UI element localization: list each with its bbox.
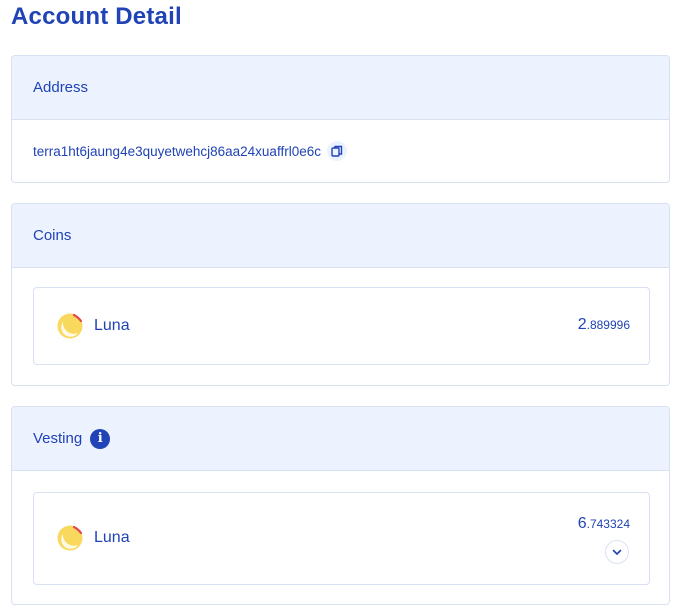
vesting-amount-dec: .743324 (586, 517, 630, 531)
vesting-amount-int: 6 (577, 515, 587, 532)
page-title: Account Detail (11, 3, 182, 30)
coin-amount-dec: .889996 (586, 318, 630, 332)
address-header-label: Address (33, 79, 89, 96)
coins-card: Coins Luna 2.889996 (11, 203, 670, 386)
coin-amount-int: 2 (577, 316, 587, 333)
vesting-coin-info: Luna (57, 525, 130, 551)
vesting-header-label: Vesting (33, 430, 83, 447)
coins-card-header: Coins (12, 204, 669, 268)
vesting-card-header: Vesting i (12, 407, 669, 471)
vesting-expand-button[interactable] (605, 540, 629, 564)
coins-header-label: Coins (33, 227, 72, 244)
info-icon[interactable]: i (90, 428, 111, 449)
chevron-down-icon (612, 549, 622, 555)
vesting-amount: 6.743324 (578, 515, 630, 533)
vesting-row-luna: Luna 6.743324 (33, 492, 650, 585)
copy-icon (331, 145, 343, 157)
coin-row-luna: Luna 2.889996 (33, 287, 650, 365)
vesting-card: Vesting i Luna 6.743324 (11, 406, 670, 605)
luna-logo (57, 313, 83, 339)
vesting-coin-name: Luna (94, 529, 130, 546)
address-card-body: terra1ht6jaung4e3quyetwehcj86aa24xuaffrl… (12, 120, 669, 182)
coin-amount: 2.889996 (578, 316, 630, 334)
luna-logo (57, 525, 83, 551)
copy-address-button[interactable] (326, 141, 347, 161)
coin-info: Luna (57, 313, 130, 339)
coin-name: Luna (94, 317, 130, 334)
address-value: terra1ht6jaung4e3quyetwehcj86aa24xuaffrl… (33, 143, 321, 159)
address-card-header: Address (12, 56, 669, 120)
address-card: Address terra1ht6jaung4e3quyetwehcj86aa2… (11, 55, 670, 183)
